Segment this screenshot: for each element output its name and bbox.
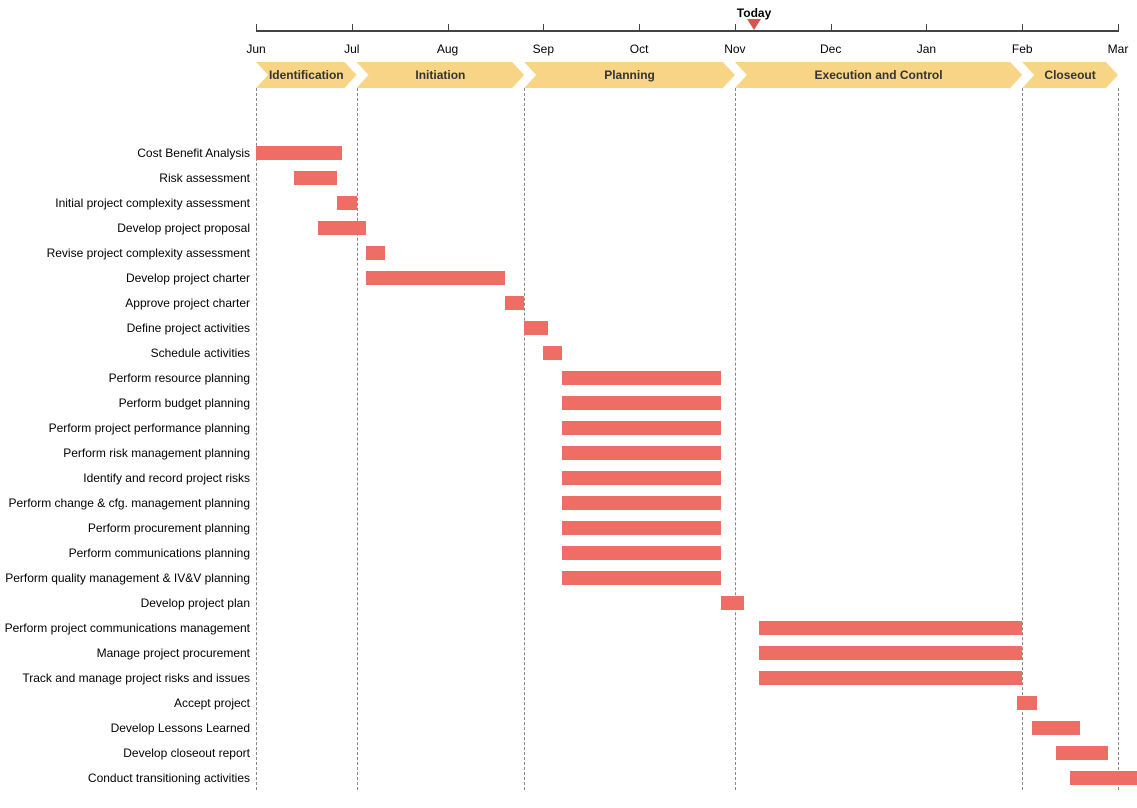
task-bar <box>562 571 720 585</box>
phase-separator <box>256 88 257 790</box>
phase-separator <box>1118 88 1119 790</box>
task-label: Identify and record project risks <box>83 471 250 485</box>
axis-tick <box>926 24 927 32</box>
phase-separator <box>524 88 525 790</box>
task-label: Develop project charter <box>126 271 250 285</box>
task-label: Perform budget planning <box>119 396 250 410</box>
axis-tick <box>256 24 257 32</box>
task-label: Cost Benefit Analysis <box>137 146 250 160</box>
task-bar <box>562 421 720 435</box>
task-label: Perform resource planning <box>109 371 250 385</box>
axis-tick <box>831 24 832 32</box>
month-label: Jul <box>344 42 359 56</box>
task-bar <box>562 496 720 510</box>
phase-separator <box>735 88 736 790</box>
today-label: Today <box>737 6 771 20</box>
task-label: Initial project complexity assessment <box>55 196 250 210</box>
task-label: Perform project performance planning <box>49 421 250 435</box>
month-label: Mar <box>1108 42 1129 56</box>
task-bar <box>562 371 720 385</box>
task-bar <box>721 596 745 610</box>
task-bar <box>505 296 524 310</box>
task-bar <box>562 471 720 485</box>
axis-tick <box>735 24 736 32</box>
task-bar <box>256 146 342 160</box>
task-label: Revise project complexity assessment <box>47 246 250 260</box>
axis-tick <box>1022 24 1023 32</box>
task-bar <box>562 521 720 535</box>
axis-tick <box>352 24 353 32</box>
task-bar <box>562 546 720 560</box>
task-bar <box>366 246 385 260</box>
month-label: Feb <box>1012 42 1033 56</box>
task-bar <box>1032 721 1080 735</box>
phase-band: Planning <box>524 62 735 88</box>
task-label: Perform change & cfg. management plannin… <box>9 496 250 510</box>
phase-band: Closeout <box>1022 62 1118 88</box>
task-bar <box>759 621 1022 635</box>
task-label: Risk assessment <box>159 171 250 185</box>
gantt-chart: Today Jun Jul Aug Sep Oct Nov Dec Jan Feb Mar Ide… <box>0 0 1137 808</box>
axis-tick <box>448 24 449 32</box>
task-bar <box>366 271 505 285</box>
month-label: Oct <box>630 42 649 56</box>
task-bar <box>318 221 366 235</box>
task-label: Manage project procurement <box>97 646 250 660</box>
axis-tick <box>1118 24 1119 32</box>
task-bar <box>294 171 337 185</box>
task-bar <box>759 646 1022 660</box>
phase-separator <box>1022 88 1023 790</box>
task-label: Track and manage project risks and issue… <box>22 671 250 685</box>
axis-tick <box>543 24 544 32</box>
task-label: Perform risk management planning <box>63 446 250 460</box>
task-label: Accept project <box>174 696 250 710</box>
task-label: Approve project charter <box>125 296 250 310</box>
task-label: Conduct transitioning activities <box>88 771 250 785</box>
task-bar <box>1017 696 1036 710</box>
task-bar <box>1056 746 1109 760</box>
task-label: Perform communications planning <box>69 546 250 560</box>
task-label: Perform project communications managemen… <box>5 621 250 635</box>
task-label: Perform procurement planning <box>88 521 250 535</box>
axis-tick <box>639 24 640 32</box>
task-bar <box>562 396 720 410</box>
task-label: Develop Lessons Learned <box>111 721 250 735</box>
task-bar <box>337 196 356 210</box>
month-label: Jan <box>917 42 936 56</box>
task-label: Develop project proposal <box>117 221 250 235</box>
time-axis <box>256 30 1118 32</box>
month-label: Aug <box>437 42 458 56</box>
task-label: Perform quality management & IV&V planni… <box>5 571 250 585</box>
phase-separator <box>357 88 358 790</box>
task-label: Develop closeout report <box>123 746 250 760</box>
task-label: Develop project plan <box>141 596 250 610</box>
phase-band: Initiation <box>357 62 525 88</box>
task-label: Schedule activities <box>151 346 250 360</box>
phase-band: Execution and Control <box>735 62 1022 88</box>
task-bar <box>562 446 720 460</box>
month-label: Nov <box>724 42 745 56</box>
month-label: Dec <box>820 42 841 56</box>
today-marker-icon <box>747 19 761 30</box>
task-bar <box>759 671 1022 685</box>
task-bar <box>1070 771 1137 785</box>
task-label: Define project activities <box>127 321 250 335</box>
task-bar <box>543 346 562 360</box>
task-bar <box>524 321 548 335</box>
month-label: Sep <box>533 42 554 56</box>
phase-band: Identification <box>256 62 357 88</box>
month-label: Jun <box>246 42 265 56</box>
